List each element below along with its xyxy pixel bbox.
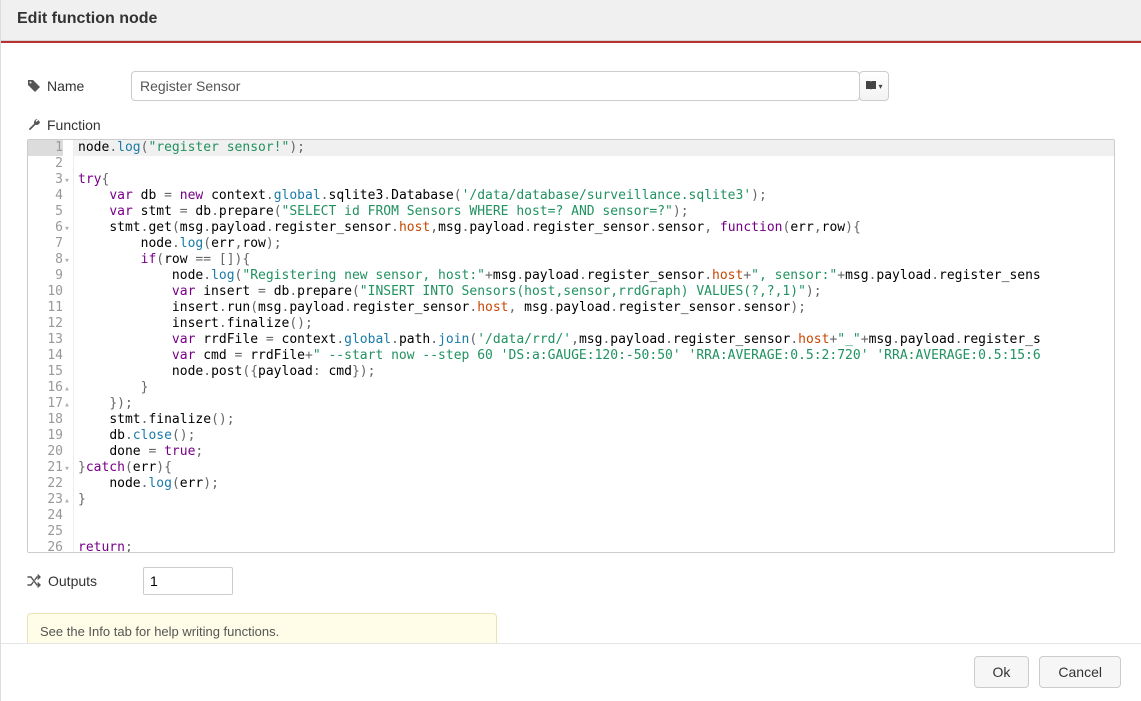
name-input[interactable] [131, 71, 860, 101]
code-line[interactable]: if(row == []){ [74, 252, 1114, 268]
fold-marker-icon[interactable]: ▾ [63, 173, 71, 189]
code-line[interactable]: node.post({payload: cmd}); [74, 364, 1114, 380]
gutter-line: 7 [28, 236, 63, 252]
name-label: Name [27, 78, 131, 94]
code-line[interactable]: node.log(err,row); [74, 236, 1114, 252]
code-line[interactable] [74, 156, 1114, 172]
wrench-icon [27, 118, 41, 132]
shuffle-icon [27, 574, 41, 588]
gutter-line: 10 [28, 284, 63, 300]
outputs-label-text: Outputs [48, 573, 97, 589]
gutter-line: 26 [28, 540, 63, 553]
code-line[interactable]: node.log(err); [74, 476, 1114, 492]
function-label-text: Function [47, 117, 101, 133]
gutter-line: 14 [28, 348, 63, 364]
code-line[interactable]: insert.finalize(); [74, 316, 1114, 332]
code-line[interactable]: done = true; [74, 444, 1114, 460]
fold-marker-icon[interactable]: ▴ [63, 381, 71, 397]
code-line[interactable]: }); [74, 396, 1114, 412]
gutter-line: 17▴ [28, 396, 63, 412]
gutter-line: 3▾ [28, 172, 63, 188]
name-input-group: ▾ [131, 71, 889, 101]
outputs-label: Outputs [27, 573, 131, 589]
gutter-line: 2 [28, 156, 63, 172]
function-editor[interactable]: 123▾456▾78▾910111213141516▴17▴18192021▾2… [27, 139, 1115, 553]
gutter-line: 16▴ [28, 380, 63, 396]
fold-marker-icon[interactable]: ▾ [63, 253, 71, 269]
outputs-input[interactable] [143, 567, 233, 595]
gutter-line: 25 [28, 524, 63, 540]
code-line[interactable]: stmt.finalize(); [74, 412, 1114, 428]
code-line[interactable]: }catch(err){ [74, 460, 1114, 476]
code-line[interactable]: var cmd = rrdFile+" --start now --step 6… [74, 348, 1114, 364]
name-row: Name ▾ [27, 71, 1115, 101]
code-line[interactable] [74, 524, 1114, 540]
tag-icon [27, 79, 41, 93]
ok-button[interactable]: Ok [974, 656, 1030, 688]
gutter-line: 4 [28, 188, 63, 204]
fold-marker-icon[interactable]: ▾ [63, 461, 71, 477]
gutter-line: 21▾ [28, 460, 63, 476]
code-line[interactable] [74, 508, 1114, 524]
gutter-line: 19 [28, 428, 63, 444]
code-line[interactable]: node.log("register sensor!"); [74, 140, 1114, 156]
gutter-line: 1 [28, 140, 63, 156]
fold-marker-icon[interactable]: ▴ [63, 397, 71, 413]
cancel-button[interactable]: Cancel [1039, 656, 1121, 688]
gutter-line: 13 [28, 332, 63, 348]
dialog-title: Edit function node [1, 0, 1141, 41]
tip-box: See the Info tab for help writing functi… [27, 613, 497, 643]
code-line[interactable]: } [74, 492, 1114, 508]
fold-marker-icon[interactable]: ▾ [63, 221, 71, 237]
name-label-text: Name [47, 78, 84, 94]
code-line[interactable]: } [74, 380, 1114, 396]
dialog-footer: Ok Cancel [1, 643, 1141, 701]
code-line[interactable]: node.log("Registering new sensor, host:"… [74, 268, 1114, 284]
gutter-line: 20 [28, 444, 63, 460]
chevron-down-icon: ▾ [878, 82, 882, 91]
gutter-line: 18 [28, 412, 63, 428]
fold-marker-icon[interactable]: ▴ [63, 493, 71, 509]
code-line[interactable]: stmt.get(msg.payload.register_sensor.hos… [74, 220, 1114, 236]
gutter-line: 11 [28, 300, 63, 316]
gutter-line: 5 [28, 204, 63, 220]
gutter-line: 8▾ [28, 252, 63, 268]
code-line[interactable]: try{ [74, 172, 1114, 188]
gutter-line: 23▴ [28, 492, 63, 508]
gutter-line: 15 [28, 364, 63, 380]
edit-function-dialog: Edit function node Name ▾ [0, 0, 1141, 701]
editor-code-area[interactable]: node.log("register sensor!"); try{ var d… [74, 140, 1114, 552]
name-type-picker[interactable]: ▾ [859, 71, 889, 101]
editor-gutter: 123▾456▾78▾910111213141516▴17▴18192021▾2… [28, 140, 74, 552]
code-line[interactable]: var stmt = db.prepare("SELECT id FROM Se… [74, 204, 1114, 220]
gutter-line: 12 [28, 316, 63, 332]
gutter-line: 9 [28, 268, 63, 284]
tip-text: See the Info tab for help writing functi… [40, 624, 279, 639]
code-line[interactable]: var rrdFile = context.global.path.join('… [74, 332, 1114, 348]
code-line[interactable]: var db = new context.global.sqlite3.Data… [74, 188, 1114, 204]
code-line[interactable]: db.close(); [74, 428, 1114, 444]
code-line[interactable]: return; [74, 540, 1114, 552]
function-label: Function [27, 117, 131, 133]
dialog-body: Name ▾ Function 12 [1, 43, 1141, 643]
gutter-line: 24 [28, 508, 63, 524]
code-line[interactable]: insert.run(msg.payload.register_sensor.h… [74, 300, 1114, 316]
code-line[interactable]: var insert = db.prepare("INSERT INTO Sen… [74, 284, 1114, 300]
book-icon [865, 80, 877, 92]
gutter-line: 22 [28, 476, 63, 492]
gutter-line: 6▾ [28, 220, 63, 236]
outputs-row: Outputs [27, 567, 1115, 595]
function-row: Function [27, 117, 1115, 133]
